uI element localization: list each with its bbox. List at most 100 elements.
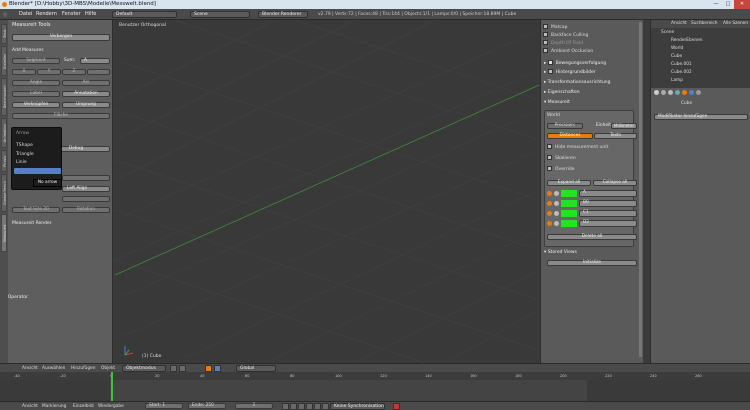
popup-item-line[interactable]: Linie [16, 160, 27, 165]
dof-checkbox[interactable] [543, 40, 548, 45]
current-frame-field[interactable]: 1 [235, 403, 273, 409]
modifier-tab-icon[interactable] [689, 90, 694, 95]
origin-button[interactable]: Ursprung [62, 102, 110, 108]
outliner-world[interactable]: World [671, 46, 683, 51]
measure-row[interactable]: A [547, 190, 637, 197]
scene-select[interactable]: Scene [190, 11, 250, 18]
precision-field[interactable]: Precision: [547, 123, 583, 129]
annotation-button[interactable]: Annotation [62, 91, 110, 97]
prev-key-icon[interactable] [290, 403, 297, 410]
initialize-button[interactable]: Initialize [547, 260, 637, 266]
add-menu[interactable]: Hinzufügen [71, 366, 95, 371]
view-menu[interactable]: Ansicht [22, 366, 38, 371]
transform-orientation-header[interactable]: ▸ Transformationsausrichtung [544, 79, 637, 87]
matcap-checkbox[interactable] [543, 24, 548, 29]
add-modifier-select[interactable]: Modifikator hinzufügen [654, 114, 748, 120]
sum-select[interactable]: A [80, 58, 110, 64]
expand-icon[interactable] [554, 191, 559, 196]
popup-item-none[interactable]: - [16, 168, 18, 173]
menu-window[interactable]: Fenster [62, 9, 81, 20]
measure-name[interactable]: C1 [579, 210, 637, 217]
menu-file[interactable]: Datei [19, 9, 32, 20]
stored-views-header[interactable]: ▾ Stored Views [544, 249, 637, 257]
outliner-search-menu[interactable]: Suchbereich [691, 21, 718, 26]
playback-menu[interactable]: Wiedergabe [98, 404, 124, 409]
distances-toggle[interactable]: Distances [547, 133, 593, 139]
render-engine-select[interactable]: Blender Renderer [258, 11, 308, 18]
ao-row[interactable]: Ambient Occlusion [543, 48, 637, 55]
font-field[interactable] [62, 196, 110, 202]
play-reverse-icon[interactable] [298, 403, 305, 410]
render-tab-icon[interactable] [654, 90, 659, 95]
color-field[interactable] [62, 175, 110, 181]
collapse-all-button[interactable]: Collapse all [593, 180, 637, 186]
start-frame-field[interactable]: Start: 1 [145, 403, 183, 409]
measure-color[interactable] [561, 190, 577, 197]
measure-row[interactable]: B0 [547, 200, 637, 207]
motion-tracking-checkbox[interactable] [547, 60, 553, 65]
jump-start-icon[interactable] [282, 403, 289, 410]
tab-create[interactable]: Erstellen [1, 46, 7, 76]
measure-name[interactable]: B0 [579, 200, 637, 207]
timeline-view-menu[interactable]: Ansicht [22, 404, 38, 409]
tab-measureit[interactable]: Measureit [1, 214, 7, 252]
ao-checkbox[interactable] [543, 48, 548, 53]
measure-color[interactable] [561, 200, 577, 207]
popup-item-selected[interactable] [14, 168, 61, 174]
end-frame-field[interactable]: Ende: 250 [188, 403, 226, 409]
measure-color[interactable] [561, 210, 577, 217]
play-icon[interactable] [306, 403, 313, 410]
translate-icon[interactable] [214, 365, 221, 372]
timeline[interactable]: -40 -20 0 20 40 60 80 100 120 140 160 18… [0, 372, 750, 401]
outliner-cube002[interactable]: Cube.002 [671, 70, 692, 75]
select-menu[interactable]: Auswählen [42, 366, 65, 371]
link-button[interactable]: Verknüpfen [12, 102, 60, 108]
delete-all-button[interactable]: Delete all [547, 234, 637, 240]
object-tab-icon[interactable] [682, 90, 687, 95]
tab-relations[interactable]: Beziehungen [1, 78, 7, 116]
pivot-icon[interactable] [179, 365, 186, 372]
rotation-field[interactable]: Rotation [62, 207, 110, 213]
texts-toggle[interactable]: Texts [594, 133, 637, 139]
orientation-select[interactable]: Global [236, 365, 276, 372]
layers-tab-icon[interactable] [661, 90, 666, 95]
arc-button[interactable]: Arc [62, 80, 110, 86]
info-editor-icon[interactable]: ⓘ [3, 9, 7, 20]
text-size-field[interactable]: Text Size 20 [12, 207, 60, 213]
hide-button[interactable]: Verbergen [12, 34, 110, 41]
current-frame-indicator[interactable] [111, 372, 113, 401]
tab-tools[interactable]: Tools [1, 24, 7, 44]
world-tab-icon[interactable] [675, 90, 680, 95]
hide-unit-checkbox[interactable] [547, 144, 552, 149]
dof-row[interactable]: Depth Of Field [543, 40, 637, 47]
properties-header[interactable]: ▸ Eigenschaften [544, 89, 637, 97]
background-images-checkbox[interactable] [547, 69, 553, 74]
menu-render[interactable]: Rendern [36, 9, 57, 20]
tab-animation[interactable]: Animation [1, 118, 7, 148]
axis-x-button[interactable]: X [12, 69, 36, 75]
angle-button[interactable]: Angle [12, 80, 60, 86]
sync-select[interactable]: Keine Synchronisation [330, 403, 385, 410]
properties-scrollbar[interactable] [639, 22, 642, 357]
measureit-header[interactable]: ▾ Measureit [544, 99, 637, 107]
backface-row[interactable]: Backface Culling [543, 32, 637, 39]
axis-all-button[interactable]: ⋯ [87, 69, 110, 75]
close-button[interactable]: ✕ [734, 0, 750, 9]
tab-physics[interactable]: Physik [1, 150, 7, 172]
measureit-render-header[interactable]: Measureit Render [12, 221, 52, 226]
mode-select[interactable]: Objektmodus [122, 365, 166, 372]
expand-icon[interactable] [554, 201, 559, 206]
segment-button[interactable]: Segment [12, 58, 60, 64]
motion-tracking-header[interactable]: ▸ Bewegungsverfolgung [544, 60, 637, 68]
axis-z-button[interactable]: Z [62, 69, 86, 75]
override-checkbox[interactable] [547, 166, 552, 171]
measure-name[interactable]: D2 [579, 220, 637, 227]
minimize-button[interactable]: — [710, 0, 722, 9]
outliner-lamp[interactable]: Lamp [671, 78, 683, 83]
expand-icon[interactable] [554, 221, 559, 226]
visibility-icon[interactable] [547, 201, 552, 206]
outliner-scene[interactable]: Scene [661, 30, 674, 35]
visibility-icon[interactable] [547, 211, 552, 216]
outliner-renderlayers[interactable]: RenderEbenen [671, 38, 702, 43]
expand-all-button[interactable]: Expand all [547, 180, 591, 186]
